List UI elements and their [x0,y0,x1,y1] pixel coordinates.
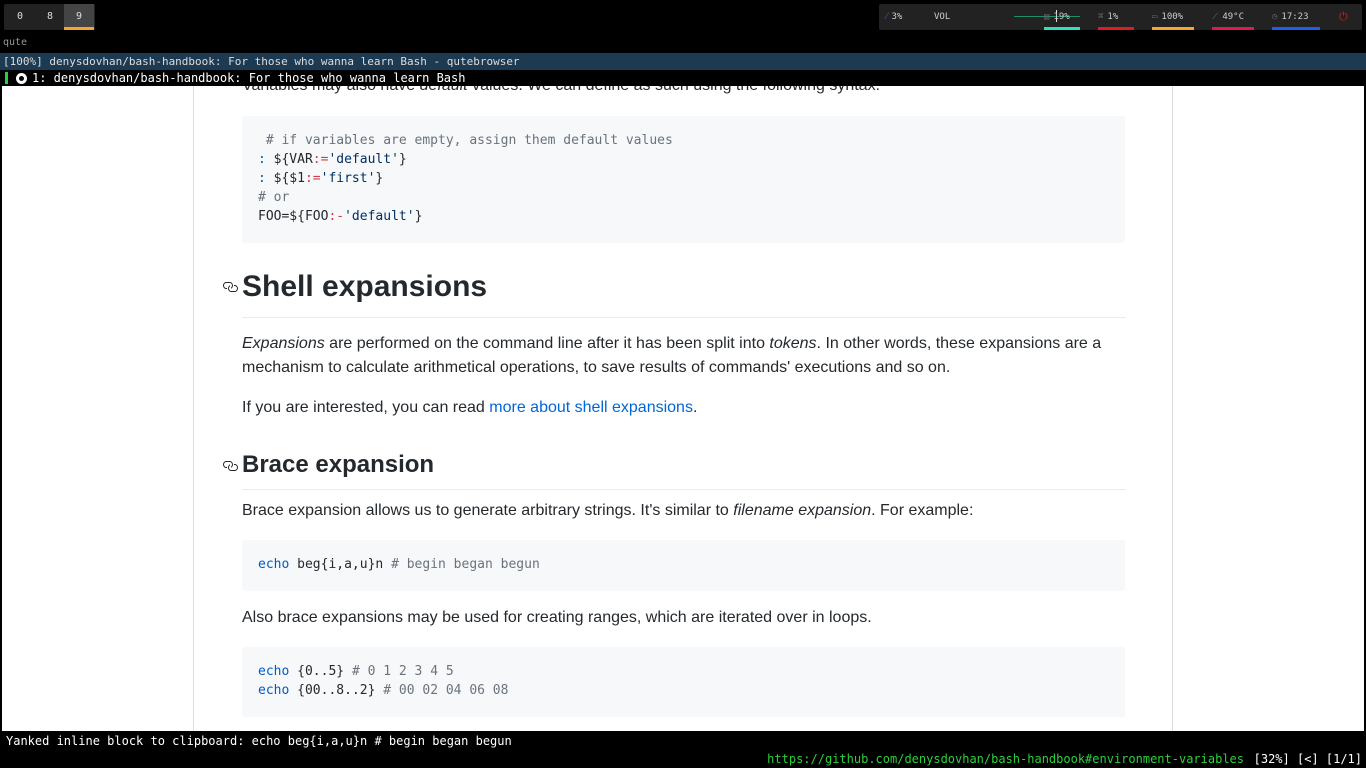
tab-load-indicator [5,72,8,84]
battery-value: 100% [1161,12,1184,22]
code-token: } [414,209,423,224]
code-block-default-values[interactable]: # if variables are empty, assign them de… [242,116,1125,243]
text: . [692,399,698,416]
heading-text: Brace expansion [242,451,435,478]
heading-text: Shell expansions [242,270,488,303]
code-token: } [398,152,407,167]
emphasis: tokens [769,335,817,352]
workspace-button-active[interactable]: 9 [64,4,94,30]
code-comment: # 00 02 04 06 08 [383,683,509,698]
code-token: : [258,152,266,167]
text: are performed on the command line after … [324,335,770,352]
swap-underline [1098,27,1134,30]
code-comment: # 0 1 2 3 4 5 [351,664,454,679]
paragraph-expansions: Expansions are performed on the command … [242,332,1126,380]
paragraph-interested: If you are interested, you can read more… [242,396,1126,420]
emphasis: default [420,86,468,94]
code-token: ${$1 [265,171,305,186]
code-block-ranges[interactable]: echo {0..5} # 0 1 2 3 4 5 echo {00..8..2… [242,647,1125,717]
code-token: {0..5} [289,664,352,679]
web-view[interactable]: Variables may also have default values. … [2,86,1364,731]
workspace-button[interactable]: 0 [5,4,35,30]
emphasis: filename expansion [733,502,872,519]
cpu-widget: ⁄ 3% [886,4,902,30]
power-icon[interactable]: ⏻ [1339,4,1348,30]
link-anchor-icon[interactable] [222,279,238,295]
temperature-value: 49°C [1222,12,1244,22]
code-keyword: echo [258,557,290,572]
system-top-bar: 0 8 9 ⁄ 3% VOL ▤ 19% ⌘ 1% ▭ 100% ⟋ 49°C ◷ [0,0,1366,34]
article-body: Variables may also have default values. … [193,86,1173,731]
volume-widget[interactable]: VOL [934,4,1080,30]
memory-widget: ▤ 19% [1044,4,1080,30]
system-status-area: ⁄ 3% VOL ▤ 19% ⌘ 1% ▭ 100% ⟋ 49°C ◷ 17:23 ⏻ [879,4,1362,30]
command-line[interactable]: qute [0,34,1366,52]
code-token: FOO=${FOO [258,209,329,224]
text: values. We can define as such using the … [468,86,880,94]
clock-value: 17:23 [1281,12,1309,22]
heading-shell-expansions: Shell expansions [223,267,1126,318]
text: Brace expansion allows us to generate ar… [242,502,734,519]
code-token: {00..8..2} [289,683,384,698]
volume-label: VOL [934,12,951,22]
code-block-brace-example[interactable]: echo beg{i,a,u}n # begin began begun [242,540,1125,591]
tab-active[interactable]: 1: denysdovhan/bash-handbook: For those … [2,70,465,86]
code-string: 'first' [320,171,376,186]
battery-underline [1152,27,1194,30]
code-token: := [304,171,321,186]
code-comment: # begin began begun [391,557,540,572]
code-token: := [312,152,329,167]
cpu-value: 3% [891,12,903,22]
code-string: 'default' [328,152,399,167]
browser-status-bar: https://github.com/denysdovhan/bash-hand… [0,751,1366,768]
code-token: :- [328,209,345,224]
paragraph-ranges: Also brace expansions may be used for cr… [242,609,872,626]
link-anchor-icon[interactable] [222,458,238,474]
tab-bar: 1: denysdovhan/bash-handbook: For those … [0,70,1366,86]
swap-widget: ⌘ 1% [1098,4,1134,30]
code-keyword: echo [258,683,290,698]
tab-label: 1: denysdovhan/bash-handbook: For those … [32,71,466,85]
memory-value: 19% [1053,12,1070,22]
memory-icon: ▤ [1044,12,1050,22]
emphasis: Expansions [242,335,325,352]
thermometer-icon: ⟋ [1212,12,1219,22]
code-token: ${VAR [265,152,313,167]
github-icon [16,73,27,84]
text: . For example: [871,502,974,519]
code-comment: # or [258,190,290,205]
text: If you are interested, you can read [242,399,490,416]
clock-underline [1272,27,1320,30]
code-token: : [258,171,266,186]
memory-underline [1044,27,1080,30]
code-string: 'default' [344,209,415,224]
message-line: Yanked inline block to clipboard: echo b… [0,731,1366,751]
temperature-underline [1212,27,1254,30]
clock-widget: ◷ 17:23 [1272,4,1320,30]
text: Variables may also have [242,86,420,94]
heading-brace-expansion: Brace expansion [223,450,1126,490]
workspace-switcher: 0 8 9 [4,4,95,30]
swap-icon: ⌘ [1098,12,1104,22]
window-title: [100%] denysdovhan/bash-handbook: For th… [0,53,1366,70]
paragraph-brace-intro: Brace expansion allows us to generate ar… [242,499,1126,523]
battery-widget: ▭ 100% [1152,4,1194,30]
temperature-widget: ⟋ 49°C [1212,4,1254,30]
code-comment: # if variables are empty, assign them de… [258,133,673,148]
code-token: } [375,171,384,186]
paragraph-default-values: Variables may also have default values. … [242,86,1126,98]
code-keyword: echo [258,664,290,679]
shell-expansions-link[interactable]: more about shell expansions [489,399,693,416]
status-url[interactable]: https://github.com/denysdovhan/bash-hand… [767,751,1244,768]
code-token: beg{i,a,u}n [289,557,392,572]
cpu-icon: ⁄ [886,12,888,22]
clock-icon: ◷ [1272,12,1278,22]
status-scroll-tabs: [32%] [<] [1/1] [1253,752,1362,766]
battery-icon: ▭ [1152,12,1158,22]
workspace-button[interactable]: 8 [35,4,65,30]
swap-value: 1% [1107,12,1119,22]
